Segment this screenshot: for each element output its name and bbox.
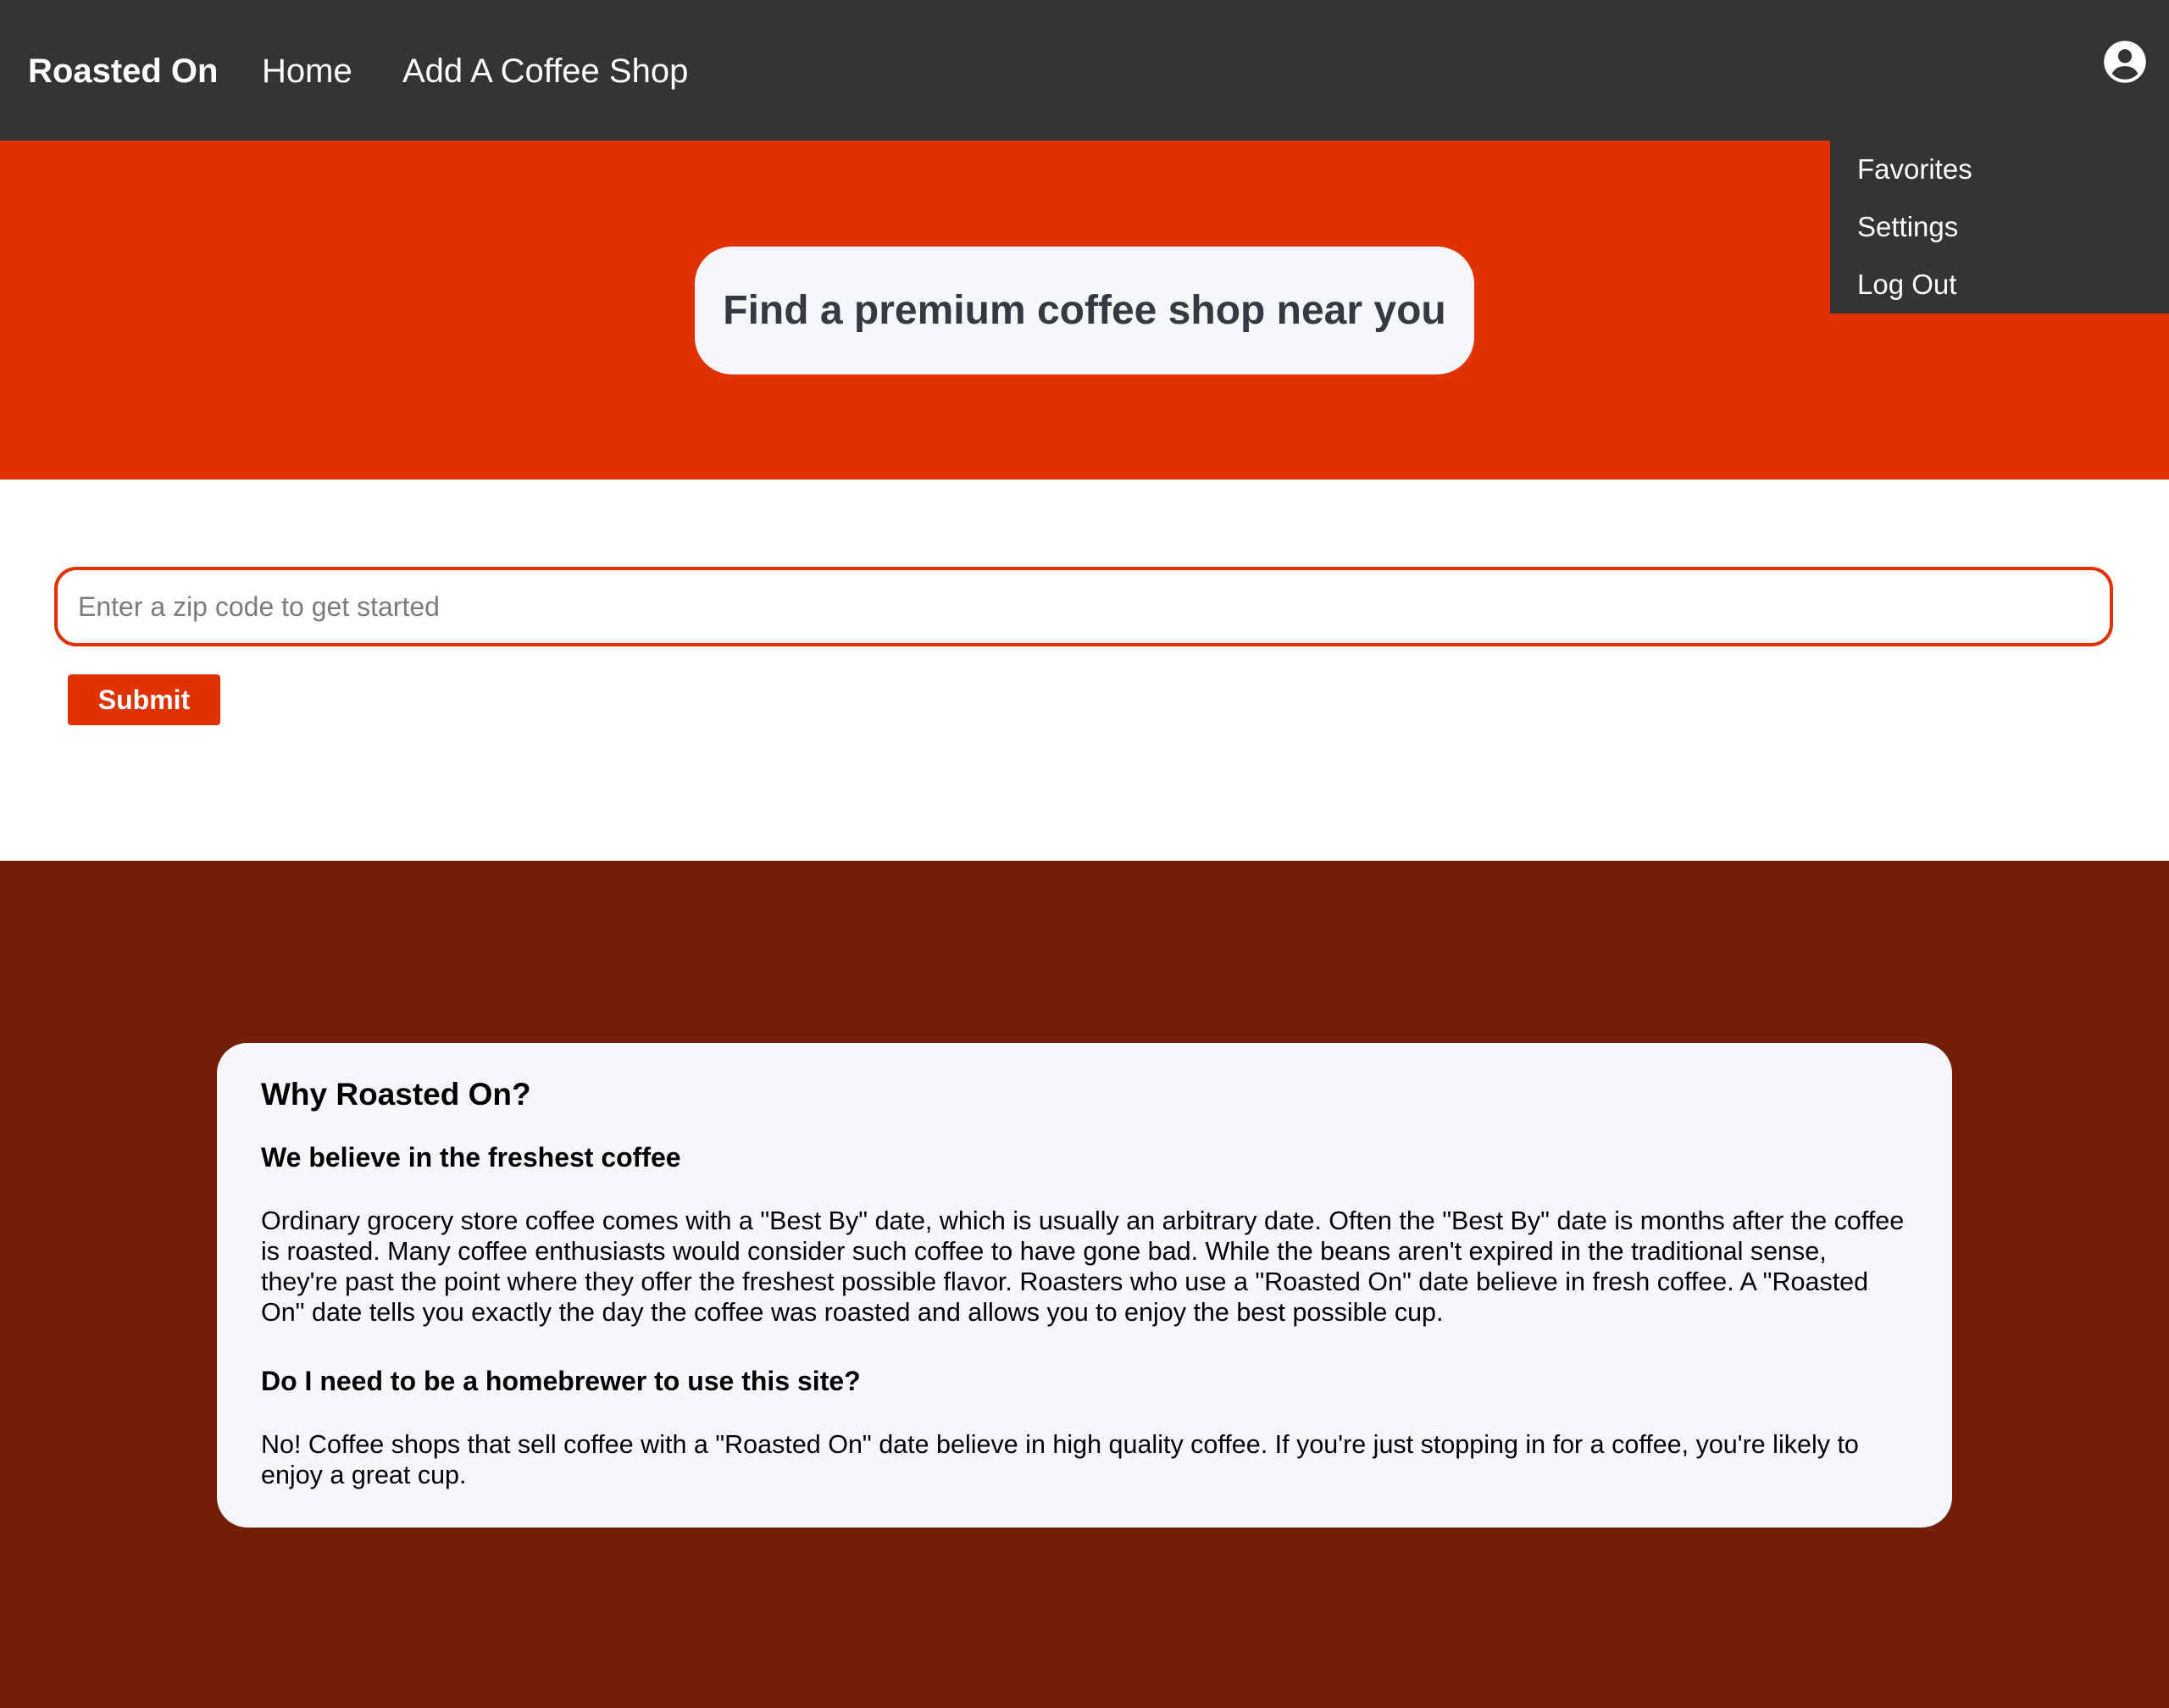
dropdown-item-favorites[interactable]: Favorites xyxy=(1857,151,1972,188)
account-circle-icon[interactable] xyxy=(2102,39,2148,85)
dropdown-item-settings[interactable]: Settings xyxy=(1857,208,1958,246)
about-answer-homebrewer: No! Coffee shops that sell coffee with a… xyxy=(261,1430,1859,1489)
brand-logo-link[interactable]: Roasted On xyxy=(28,47,218,95)
about-section: Why Roasted On? We believe in the freshe… xyxy=(0,861,2169,1708)
top-navbar: Roasted On Home Add A Coffee Shop xyxy=(0,0,2169,141)
submit-button[interactable]: Submit xyxy=(68,674,220,725)
hero-card: Find a premium coffee shop near you xyxy=(695,247,1474,374)
about-card: Why Roasted On? We believe in the freshe… xyxy=(217,1043,1952,1528)
account-dropdown-menu: Favorites Settings Log Out xyxy=(1830,141,2169,313)
search-section: Submit xyxy=(0,480,2169,861)
nav-add-coffee-shop-link[interactable]: Add A Coffee Shop xyxy=(402,47,688,95)
hero-title: Find a premium coffee shop near you xyxy=(723,288,1446,333)
dropdown-item-logout[interactable]: Log Out xyxy=(1857,266,1956,303)
about-question-freshest: We believe in the freshest coffee xyxy=(261,1142,681,1173)
zip-code-input[interactable] xyxy=(54,567,2113,646)
nav-home-link[interactable]: Home xyxy=(262,47,352,95)
about-title: Why Roasted On? xyxy=(261,1077,531,1112)
about-answer-freshest: Ordinary grocery store coffee comes with… xyxy=(261,1206,1905,1327)
about-question-homebrewer: Do I need to be a homebrewer to use this… xyxy=(261,1366,861,1396)
